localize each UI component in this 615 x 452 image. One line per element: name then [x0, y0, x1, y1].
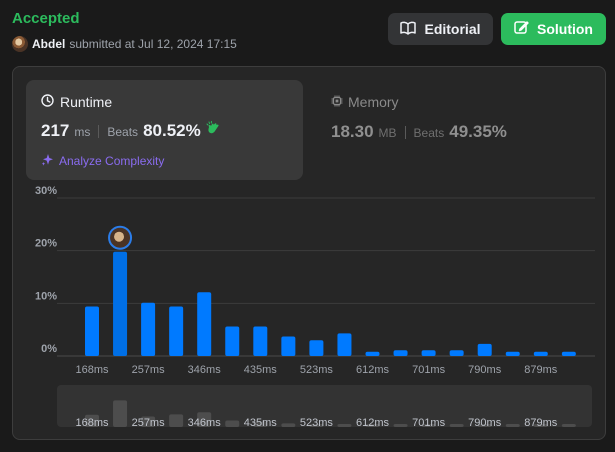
chart-bar	[365, 351, 380, 356]
navigator-tick-label: 523ms	[300, 417, 334, 429]
navigator-tick-label: 790ms	[468, 417, 502, 429]
y-tick-label: 0%	[41, 343, 57, 355]
x-tick-label: 168ms	[75, 364, 109, 376]
x-tick-label: 346ms	[188, 364, 222, 376]
username-link[interactable]: Abdel	[32, 37, 65, 51]
navigator-bar	[505, 424, 520, 427]
x-tick-label: 879ms	[524, 364, 558, 376]
submission-result: Accepted Abdel submitted at Jul 12, 2024…	[0, 0, 615, 452]
chart-bar	[533, 351, 548, 356]
chart-bar	[85, 306, 99, 356]
editorial-button[interactable]: Editorial	[388, 13, 493, 45]
navigator-bar	[225, 420, 240, 427]
chart-bar	[309, 340, 324, 356]
solution-label: Solution	[537, 21, 593, 37]
editorial-label: Editorial	[424, 21, 481, 37]
navigator-tick-label: 612ms	[356, 417, 390, 429]
chart-bar	[477, 343, 492, 356]
chart-bar	[337, 333, 352, 356]
y-tick-label: 20%	[35, 238, 57, 250]
book-open-icon	[400, 21, 417, 38]
submitted-text: submitted at Jul 12, 2024 17:15	[69, 36, 237, 51]
chart-bar	[253, 326, 268, 356]
navigator-bar	[113, 400, 128, 427]
chart-bar	[169, 306, 184, 356]
avatar[interactable]	[12, 35, 28, 52]
performance-panel: Runtime 217 ms Beats 80.52% Analyze Comp…	[12, 66, 606, 440]
x-tick-label: 523ms	[300, 364, 334, 376]
navigator-bar	[393, 424, 408, 427]
navigator-bar	[449, 424, 464, 427]
edit-icon	[514, 20, 529, 38]
submission-meta: Abdel submitted at Jul 12, 2024 17:15	[12, 35, 237, 52]
runtime-distribution-chart[interactable]: 30% 20% 10% 0% 168ms 257ms 346ms 435ms 523ms 612m…	[13, 67, 605, 439]
x-tick-label: 257ms	[132, 364, 166, 376]
y-tick-label: 10%	[35, 290, 57, 302]
chart-bar	[421, 350, 436, 356]
navigator-bar	[169, 414, 184, 427]
navigator-bar	[337, 424, 352, 427]
chart-bar	[225, 326, 240, 356]
navigator-tick-label: 257ms	[132, 417, 166, 429]
y-tick-label: 30%	[35, 185, 57, 197]
navigator-tick-label: 168ms	[75, 417, 109, 429]
avatar-marker-face	[114, 231, 125, 242]
navigator-tick-label: 346ms	[188, 417, 222, 429]
chart-bar	[281, 336, 296, 356]
navigator-tick-label: 701ms	[412, 417, 446, 429]
x-tick-label: 612ms	[356, 364, 390, 376]
navigator-bar	[561, 424, 576, 427]
solution-button[interactable]: Solution	[501, 13, 606, 45]
x-tick-label: 701ms	[412, 364, 446, 376]
navigator-tick-label: 435ms	[244, 417, 278, 429]
chart-bar	[505, 351, 520, 356]
chart-bar	[141, 302, 156, 356]
chart-bar	[393, 350, 408, 356]
x-tick-label: 435ms	[244, 364, 278, 376]
x-tick-label: 790ms	[468, 364, 502, 376]
chart-bar	[113, 251, 128, 356]
status-accepted: Accepted	[12, 10, 80, 27]
chart-bar	[449, 350, 464, 356]
chart-bar	[561, 351, 576, 356]
navigator-bar	[281, 423, 296, 427]
navigator-tick-label: 879ms	[524, 417, 558, 429]
chart-bar	[197, 292, 212, 356]
